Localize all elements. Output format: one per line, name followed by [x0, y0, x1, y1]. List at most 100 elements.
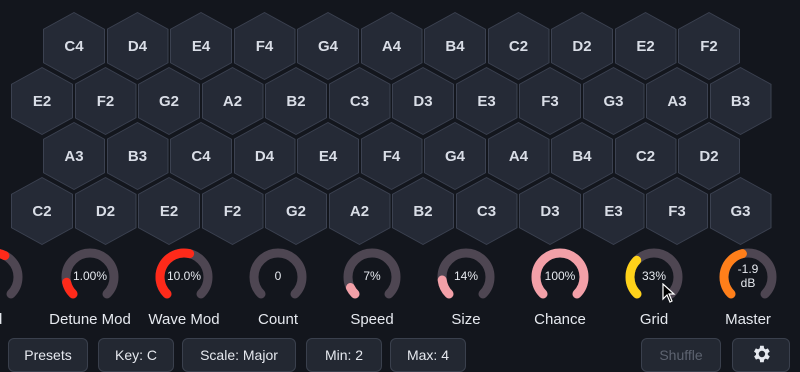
- hex-key-row-4-9[interactable]: D3: [519, 177, 581, 245]
- knob-speed[interactable]: 7% Speed: [327, 247, 417, 347]
- knob-value: 100%: [544, 269, 576, 284]
- hex-key-row-3-3[interactable]: C4: [170, 122, 232, 190]
- knob-chance[interactable]: 100% Chance: [515, 247, 605, 347]
- shuffle-button[interactable]: Shuffle: [641, 338, 721, 372]
- hex-key-row-4-2[interactable]: D2: [74, 177, 137, 245]
- hex-key-row-2-9[interactable]: F3: [519, 67, 581, 135]
- hex-key-row-4-10[interactable]: E3: [582, 177, 645, 245]
- scale-button[interactable]: Scale: Major: [182, 338, 296, 372]
- hex-key-label: D3: [520, 178, 580, 244]
- hex-key-row-4-5[interactable]: G2: [265, 177, 327, 245]
- hex-key-row-1-6[interactable]: A4: [360, 12, 423, 80]
- hex-key-row-2-5[interactable]: B2: [265, 67, 327, 135]
- hex-key-row-2-12[interactable]: B3: [709, 67, 772, 135]
- hex-key-label: D2: [75, 178, 136, 244]
- hex-key-row-4-7[interactable]: B2: [392, 177, 454, 245]
- hex-key-row-1-1[interactable]: C4: [43, 12, 105, 80]
- knob-value: 10.0%: [166, 269, 202, 284]
- hex-key-label: E3: [456, 68, 517, 134]
- hex-key-label: C3: [329, 68, 390, 134]
- hex-key-label: D4: [107, 13, 168, 79]
- hex-key-label: G4: [425, 123, 485, 189]
- hex-key-row-4-6[interactable]: A2: [328, 177, 391, 245]
- hex-key-label: F3: [520, 68, 580, 134]
- hex-key-row-2-10[interactable]: G3: [582, 67, 645, 135]
- hex-key-label: C4: [44, 13, 104, 79]
- hex-key-row-4-1[interactable]: C2: [11, 177, 73, 245]
- hex-key-label: B4: [552, 123, 612, 189]
- max-octave-button[interactable]: Max: 4: [390, 338, 466, 372]
- hex-key-label: B2: [266, 68, 326, 134]
- mouse-cursor-icon: [662, 283, 676, 303]
- hex-key-row-1-5[interactable]: G4: [297, 12, 359, 80]
- hex-key-row-2-2[interactable]: F2: [74, 67, 137, 135]
- hex-key-row-3-5[interactable]: E4: [297, 122, 359, 190]
- hex-key-row-3-6[interactable]: F4: [360, 122, 423, 190]
- hex-key-label: C2: [12, 178, 72, 244]
- knob-grid[interactable]: 33% Grid: [609, 247, 699, 347]
- hex-key-row-3-11[interactable]: D2: [678, 122, 740, 190]
- knob-wave-mod[interactable]: 10.0% Wave Mod: [139, 247, 229, 347]
- hex-key-label: B4: [425, 13, 485, 79]
- knob-value: -1.9 dB: [737, 262, 759, 290]
- hex-key-row-2-1[interactable]: E2: [11, 67, 73, 135]
- hex-key-row-4-4[interactable]: F2: [201, 177, 264, 245]
- knob-master[interactable]: -1.9 dB Master: [703, 247, 793, 347]
- hex-key-label: A3: [647, 68, 707, 134]
- knob-count[interactable]: 0 Count: [233, 247, 323, 347]
- hex-key-row-3-8[interactable]: A4: [487, 122, 550, 190]
- hex-key-row-2-7[interactable]: D3: [392, 67, 454, 135]
- key-button[interactable]: Key: C: [98, 338, 174, 372]
- hex-key-label: B3: [107, 123, 168, 189]
- settings-button[interactable]: [732, 338, 790, 372]
- hex-key-row-4-8[interactable]: C3: [455, 177, 518, 245]
- hex-key-label: G3: [583, 68, 644, 134]
- hex-key-row-1-4[interactable]: F4: [233, 12, 296, 80]
- hex-key-row-1-10[interactable]: E2: [614, 12, 677, 80]
- hex-key-label: E2: [12, 68, 72, 134]
- hex-key-label: F4: [361, 123, 422, 189]
- hex-key-label: C2: [615, 123, 676, 189]
- hex-key-row-4-12[interactable]: G3: [709, 177, 772, 245]
- hex-key-label: E4: [298, 123, 358, 189]
- hex-key-row-3-7[interactable]: G4: [424, 122, 486, 190]
- hex-key-row-1-11[interactable]: F2: [678, 12, 740, 80]
- hex-key-label: A4: [488, 123, 549, 189]
- hex-key-row-3-4[interactable]: D4: [233, 122, 296, 190]
- knob-mod[interactable]: %od: [0, 247, 39, 347]
- hex-key-row-4-3[interactable]: E2: [138, 177, 200, 245]
- hex-key-label: A2: [202, 68, 263, 134]
- hex-key-row-3-1[interactable]: A3: [43, 122, 105, 190]
- hex-key-label: E4: [171, 13, 231, 79]
- knob-size[interactable]: 14% Size: [421, 247, 511, 347]
- hex-key-label: D2: [679, 123, 739, 189]
- hex-key-label: C2: [488, 13, 549, 79]
- hex-key-row-2-8[interactable]: E3: [455, 67, 518, 135]
- hex-key-label: E2: [139, 178, 199, 244]
- hex-key-row-1-7[interactable]: B4: [424, 12, 486, 80]
- hex-key-row-1-3[interactable]: E4: [170, 12, 232, 80]
- hex-key-label: D4: [234, 123, 295, 189]
- hex-key-row-3-9[interactable]: B4: [551, 122, 613, 190]
- hex-key-row-1-2[interactable]: D4: [106, 12, 169, 80]
- hex-key-label: C3: [456, 178, 517, 244]
- hex-key-row-3-10[interactable]: C2: [614, 122, 677, 190]
- knob-label: Master: [725, 311, 771, 328]
- hex-key-label: A4: [361, 13, 422, 79]
- hex-key-row-2-4[interactable]: A2: [201, 67, 264, 135]
- hex-key-label: F2: [202, 178, 263, 244]
- hex-key-row-3-2[interactable]: B3: [106, 122, 169, 190]
- hex-key-row-4-11[interactable]: F3: [646, 177, 708, 245]
- knob-detune-mod[interactable]: 1.00% Detune Mod: [45, 247, 135, 347]
- hex-key-row-2-6[interactable]: C3: [328, 67, 391, 135]
- hex-key-label: A2: [329, 178, 390, 244]
- presets-button[interactable]: Presets: [8, 338, 88, 372]
- knob-value: 7%: [363, 269, 381, 284]
- hex-key-label: G2: [266, 178, 326, 244]
- hex-key-row-2-3[interactable]: G2: [138, 67, 200, 135]
- hex-key-row-2-11[interactable]: A3: [646, 67, 708, 135]
- hex-key-row-1-8[interactable]: C2: [487, 12, 550, 80]
- hex-key-label: F2: [679, 13, 739, 79]
- hex-key-row-1-9[interactable]: D2: [551, 12, 613, 80]
- min-octave-button[interactable]: Min: 2: [306, 338, 382, 372]
